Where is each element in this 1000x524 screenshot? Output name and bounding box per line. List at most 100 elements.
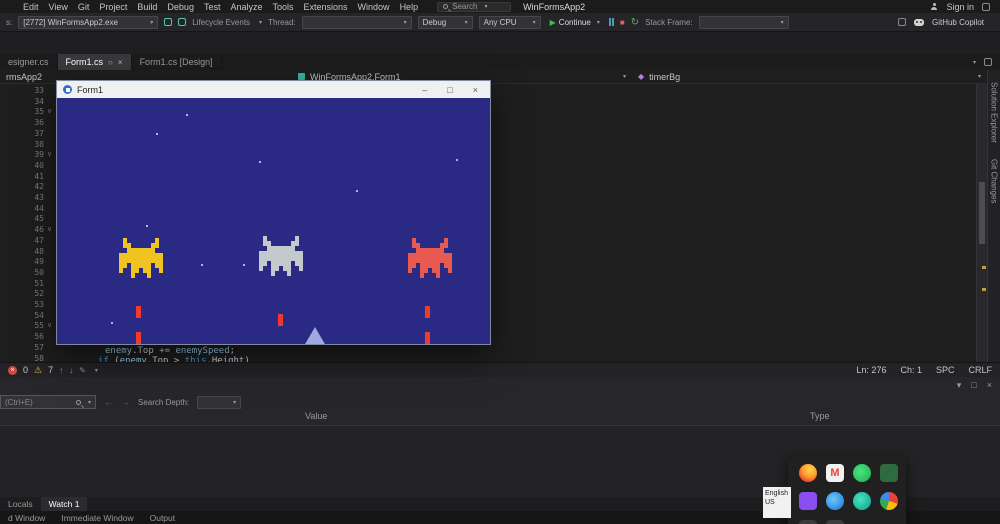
search-prev-icon[interactable]: ← [104, 397, 113, 407]
pin-icon[interactable]: ○ [108, 58, 113, 67]
value-column-header[interactable]: Value [305, 411, 327, 421]
search-depth-combo[interactable]: ▾ [197, 395, 242, 409]
error-icon[interactable]: × [8, 365, 17, 375]
search-icon [443, 4, 449, 9]
sign-in-button[interactable]: Sign in [946, 2, 974, 12]
menu-project[interactable]: Project [94, 2, 132, 12]
tab-locals[interactable]: Locals [0, 497, 41, 511]
line-number: 53 [34, 300, 44, 309]
fold-chevron-icon[interactable]: ∨ [47, 107, 52, 115]
stack-frame-combo[interactable]: ▾ [698, 15, 789, 29]
purple-app-icon[interactable] [799, 492, 817, 510]
search-next-icon[interactable]: → [121, 397, 130, 407]
platform-value: Any CPU [483, 17, 517, 27]
menu-git[interactable]: Git [73, 2, 95, 12]
editor-scrollbar[interactable] [976, 84, 987, 362]
breadcrumb-member[interactable]: ◆ timerBg ▾ [632, 70, 987, 83]
continue-button[interactable]: ▶ Continue ▾ [547, 18, 603, 27]
chevron-down-icon: ▾ [596, 19, 600, 26]
star [243, 264, 245, 266]
error-count[interactable]: 0 [23, 365, 28, 375]
chevron-down-icon: ▾ [977, 74, 981, 80]
thread-combo[interactable]: ▾ [301, 15, 412, 29]
close-tab-icon[interactable]: × [118, 58, 123, 67]
gmail-icon[interactable]: M [826, 464, 844, 482]
float-window-icon[interactable] [984, 58, 992, 66]
code-line: enemy.Top += enemySpeed; [105, 346, 235, 356]
tab-d-window[interactable]: d Window [0, 511, 53, 524]
chrome-icon[interactable] [880, 492, 898, 510]
process-combo[interactable]: [2772] WinFormsApp2.exe ▾ [18, 15, 159, 29]
blue-app-icon[interactable] [826, 492, 844, 510]
line-number: 50 [34, 267, 44, 277]
scrollbar-thumb[interactable] [979, 182, 985, 244]
warning-count[interactable]: 7 [48, 365, 53, 375]
tab-watch-1[interactable]: Watch 1 [40, 497, 88, 511]
teal-app-icon[interactable] [853, 492, 871, 510]
menu-extensions[interactable]: Extensions [299, 2, 353, 12]
menu-edit[interactable]: Edit [18, 2, 44, 12]
close-button[interactable]: × [473, 85, 478, 95]
menu-debug[interactable]: Debug [162, 2, 199, 12]
menu-build[interactable]: Build [132, 2, 162, 12]
global-search[interactable]: Search ▾ [437, 1, 512, 12]
language-indicator[interactable]: English US [763, 487, 791, 518]
form1-titlebar[interactable]: Form1 – □ × [57, 81, 490, 98]
tab-form1-cs[interactable]: Form1.cs ○ × [57, 54, 132, 70]
form1-title: Form1 [77, 84, 104, 95]
fold-chevron-icon[interactable]: ∨ [47, 321, 52, 329]
menu-tools[interactable]: Tools [268, 2, 299, 12]
warning-icon[interactable]: ⚠ [34, 365, 42, 376]
tab-form1-cs-design[interactable]: Form1.cs [Design] [132, 54, 222, 70]
bookmark-icon[interactable] [897, 18, 906, 26]
dark-app-icon-1[interactable] [799, 520, 817, 524]
stop-debugging-icon[interactable]: ■ [620, 18, 625, 27]
menu-help[interactable]: Help [395, 2, 424, 12]
configuration-combo[interactable]: Debug ▾ [417, 15, 473, 29]
fold-chevron-icon[interactable]: ∨ [47, 225, 52, 233]
watch-search-input[interactable]: (Ctrl+E) ▾ [0, 395, 96, 409]
rail-tab-solution-explorer[interactable]: Solution Explorer [990, 82, 999, 143]
tab-output[interactable]: Output [142, 511, 184, 524]
debug-toolbar: s: [2772] WinFormsApp2.exe ▾ Lifecycle E… [0, 13, 1000, 32]
notification-icon[interactable] [982, 2, 990, 11]
menu-analyze[interactable]: Analyze [225, 2, 267, 12]
tab-immediate-window[interactable]: Immediate Window [53, 511, 141, 524]
fold-chevron-icon[interactable]: ∨ [47, 150, 52, 158]
menu-test[interactable]: Test [199, 2, 226, 12]
restart-icon[interactable]: ↻ [631, 17, 639, 28]
menu-view[interactable]: View [44, 2, 73, 12]
bullet [425, 306, 430, 318]
panel-position-icon[interactable]: ▾ [957, 380, 962, 391]
firefox-icon[interactable] [799, 464, 817, 482]
lifecycle-events-button[interactable]: Lifecycle Events [192, 18, 250, 27]
code-token: enemySpeed [175, 346, 230, 356]
arrow-up-icon[interactable]: ↑ [59, 366, 63, 375]
dark-app-icon-2[interactable] [826, 520, 844, 524]
whatsapp-icon[interactable] [853, 464, 871, 482]
document-list-icon[interactable]: ▾ [973, 59, 976, 66]
window-layout-icon[interactable] [178, 18, 187, 26]
close-panel-icon[interactable]: × [987, 380, 992, 391]
tab-esigner-cs[interactable]: esigner.cs [0, 54, 58, 70]
line-number: 36 [34, 118, 44, 128]
breadcrumb-member-label: timerBg [649, 71, 681, 82]
github-copilot-button[interactable]: GitHub Copilot [932, 18, 984, 27]
tab-strip-actions: ▾ [970, 54, 1000, 70]
panel-controls: ▾ □ × [957, 380, 992, 391]
system-tray-flyout: M [788, 455, 906, 524]
break-all-icon[interactable] [608, 18, 614, 26]
pen-icon[interactable]: ✎ [79, 366, 86, 375]
eol-indicator[interactable]: CRLF [968, 365, 992, 375]
maximize-button[interactable]: □ [447, 85, 452, 95]
type-column-header[interactable]: Type [810, 411, 830, 421]
green-app-icon[interactable] [880, 464, 898, 482]
pin-panel-icon[interactable]: □ [971, 380, 976, 391]
minimize-button[interactable]: – [422, 85, 427, 95]
menu-window[interactable]: Window [353, 2, 395, 12]
platform-combo[interactable]: Any CPU ▾ [478, 15, 541, 29]
rail-tab-git-changes[interactable]: Git Changes [990, 159, 999, 203]
arrow-down-icon[interactable]: ↓ [69, 366, 73, 375]
spaces-indicator[interactable]: SPC [936, 365, 955, 375]
window-layout-icon[interactable] [164, 18, 173, 26]
